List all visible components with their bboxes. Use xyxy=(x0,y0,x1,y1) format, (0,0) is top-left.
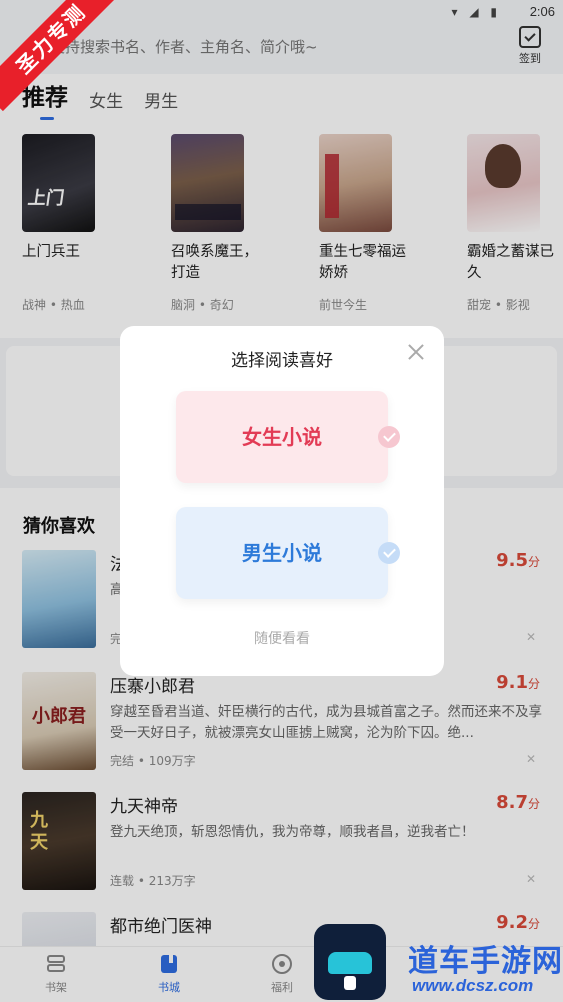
watermark: 道车手游网 www.dcsz.com xyxy=(314,924,563,1002)
reading-preference-dialog: 选择阅读喜好 女生小说 男生小说 随便看看 xyxy=(120,326,444,676)
male-novel-button[interactable]: 男生小说 xyxy=(176,507,400,599)
skip-link[interactable]: 随便看看 xyxy=(120,628,444,648)
car-logo-icon xyxy=(314,924,386,1000)
close-icon[interactable] xyxy=(406,342,426,362)
check-circle-icon xyxy=(378,426,400,448)
check-circle-icon xyxy=(378,542,400,564)
female-novel-button[interactable]: 女生小说 xyxy=(176,391,400,483)
watermark-url: www.dcsz.com xyxy=(412,976,534,995)
female-novel-label: 女生小说 xyxy=(242,425,322,449)
male-novel-label: 男生小说 xyxy=(242,541,322,565)
watermark-text: 道车手游网 xyxy=(408,944,563,979)
dialog-title: 选择阅读喜好 xyxy=(231,351,333,371)
